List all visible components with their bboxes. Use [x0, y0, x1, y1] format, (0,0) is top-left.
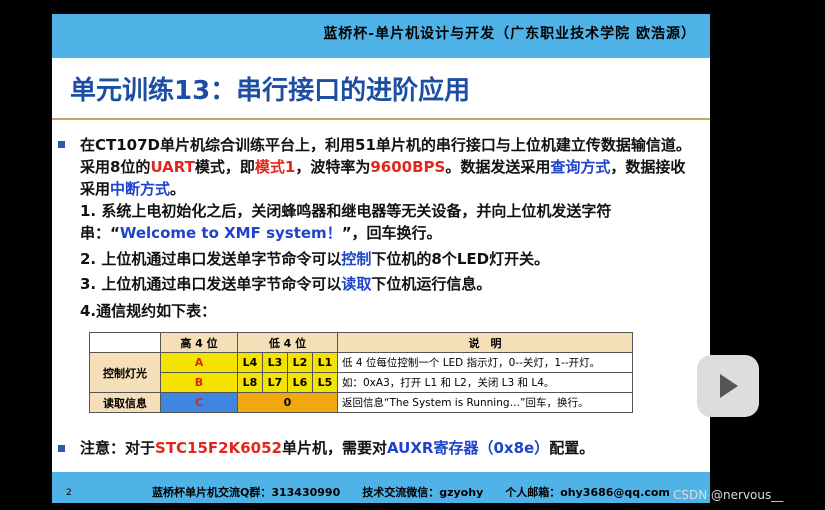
slide-footer-bar: 2 蓝桥杯单片机交流Q群：313430990 技术交流微信：gzyohy 个人邮… — [52, 472, 710, 503]
play-button[interactable] — [697, 355, 759, 417]
row-label-control: 控制灯光 — [89, 352, 161, 393]
watermark: CSDN @nervous__ — [673, 488, 784, 502]
cell-l3: L3 — [262, 352, 288, 373]
req-text: 2. 上位机通过串口发送单字节命令可以 — [80, 250, 342, 268]
intro-text: ，波特率为 — [295, 158, 371, 176]
bullet-icon — [58, 141, 65, 148]
req-text: ”，回车换行。 — [341, 224, 442, 242]
requirement-2: 2. 上位机通过串口发送单字节命令可以控制下位机的8个LED灯开关。 — [80, 248, 700, 270]
slide: 蓝桥杯-单片机设计与开发（广东职业技术学院 欧浩源） 单元训练13：串行接口的进… — [52, 14, 710, 503]
protocol-table: 高 4 位 低 4 位 说 明 控制灯光 A L4 L3 L2 L1 低 4 位… — [89, 332, 633, 413]
header-desc: 说 明 — [337, 332, 633, 353]
cell-l4: L4 — [237, 352, 263, 373]
cell-l5: L5 — [312, 372, 338, 393]
table-row: 控制灯光 A L4 L3 L2 L1 低 4 位每位控制一个 LED 指示灯，0… — [89, 352, 633, 393]
note-text: 单片机，需要对 — [282, 439, 388, 457]
register-highlight: AUXR寄存器（0x8e） — [387, 439, 550, 457]
baud-highlight: 9600BPS — [370, 158, 446, 176]
req-text: 下位机运行信息。 — [371, 275, 492, 293]
play-icon — [720, 374, 738, 398]
requirement-4: 4.通信规约如下表： — [80, 302, 217, 320]
read-highlight: 读取 — [341, 275, 372, 293]
control-highlight: 控制 — [341, 250, 372, 268]
note-line: 注意：对于STC15F2K6052单片机，需要对AUXR寄存器（0x8e）配置。 — [80, 437, 594, 458]
note-text: 配置。 — [549, 439, 595, 457]
req-text: 下位机的8个LED灯开关。 — [371, 250, 550, 268]
cell-l6: L6 — [287, 372, 313, 393]
cell-a: A — [160, 352, 238, 373]
page-number: 2 — [66, 488, 72, 498]
row-label-read: 读取信息 — [89, 392, 161, 413]
intro-text: 。 — [170, 180, 186, 198]
table-row: B L8 L7 L6 L5 如：0xA3，打开 L1 和 L2，关闭 L3 和 … — [90, 372, 633, 393]
uart-highlight: UART — [150, 158, 195, 176]
cell-b: B — [160, 372, 238, 393]
cell-l7: L7 — [262, 372, 288, 393]
course-header: 蓝桥杯-单片机设计与开发（广东职业技术学院 欧浩源） — [323, 26, 696, 42]
query-highlight: 查询方式 — [550, 158, 611, 176]
slide-header-bar: 蓝桥杯-单片机设计与开发（广东职业技术学院 欧浩源） — [52, 14, 710, 58]
cell-zero: 0 — [237, 392, 338, 413]
mode-highlight: 模式1 — [254, 158, 296, 176]
cell-l2: L2 — [287, 352, 313, 373]
header-low: 低 4 位 — [237, 332, 338, 353]
intro-text: 模式，即 — [194, 158, 255, 176]
chip-highlight: STC15F2K6052 — [155, 439, 282, 457]
table-row: 高 4 位 低 4 位 说 明 — [89, 332, 633, 353]
interrupt-highlight: 中断方式 — [110, 180, 171, 198]
intro-paragraph: 在CT107D单片机综合训练平台上，利用51单片机的串行接口与上位机建立传数据输… — [80, 134, 700, 200]
bullet-icon — [58, 445, 65, 452]
welcome-string: Welcome to XMF system！ — [119, 224, 342, 242]
desc-control-1: 低 4 位每位控制一个 LED 指示灯，0--关灯，1--开灯。 — [337, 352, 633, 373]
slide-title: 单元训练13：串行接口的进阶应用 — [70, 76, 471, 106]
cell-l8: L8 — [237, 372, 263, 393]
header-high: 高 4 位 — [160, 332, 238, 353]
table-cell — [89, 332, 161, 353]
desc-read: 返回信息“The System is Running…”回车，换行。 — [337, 392, 633, 413]
title-divider — [52, 118, 710, 120]
cell-c: C — [160, 392, 238, 413]
requirement-1: 1. 系统上电初始化之后，关闭蜂鸣器和继电器等无关设备，并向上位机发送字符串：“… — [80, 200, 700, 244]
cell-l1: L1 — [312, 352, 338, 373]
req-text: 3. 上位机通过串口发送单字节命令可以 — [80, 275, 342, 293]
requirement-3: 3. 上位机通过串口发送单字节命令可以读取下位机运行信息。 — [80, 273, 700, 295]
footer-contact: 蓝桥杯单片机交流Q群：313430990 技术交流微信：gzyohy 个人邮箱：… — [152, 486, 670, 499]
note-text: 注意：对于 — [80, 439, 156, 457]
table-row: 读取信息 C 0 返回信息“The System is Running…”回车，… — [89, 392, 633, 413]
desc-control-2: 如：0xA3，打开 L1 和 L2，关闭 L3 和 L4。 — [337, 372, 633, 393]
intro-text: 。数据发送采用 — [445, 158, 551, 176]
